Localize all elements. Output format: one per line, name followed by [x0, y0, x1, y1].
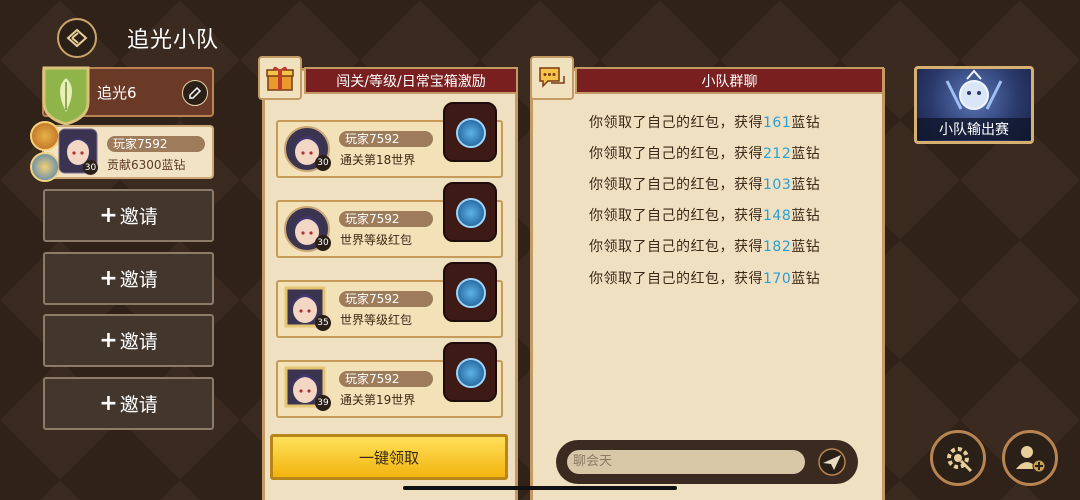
invite-button-1[interactable]: + 邀请: [43, 189, 214, 242]
chat-bubble-icon: [530, 56, 574, 100]
chat-input[interactable]: 聊会天: [567, 450, 805, 474]
invite-button-3[interactable]: + 邀请: [43, 314, 214, 367]
chat-message: 你领取了自己的红包，获得170蓝钻: [589, 271, 821, 287]
reward-desc: 世界等级红包: [340, 233, 413, 247]
edit-icon: [189, 86, 202, 99]
home-indicator[interactable]: [403, 486, 677, 490]
player-name: 玩家7592: [339, 131, 433, 147]
leader-badge-icon: [30, 121, 60, 151]
add-member-button[interactable]: [1002, 430, 1058, 486]
plus-icon: +: [99, 328, 118, 353]
chat-message: 你领取了自己的红包，获得161蓝钻: [589, 115, 821, 131]
rank-badge-icon: [30, 152, 60, 182]
paper-plane-icon: [818, 448, 846, 476]
player-name: 玩家7592: [339, 371, 433, 387]
plus-icon: +: [99, 266, 118, 291]
team-name: 追光6: [97, 84, 137, 102]
invite-label: 邀请: [119, 269, 158, 291]
gift-icon: [258, 56, 302, 100]
plus-icon: +: [99, 203, 118, 228]
chat-message: 你领取了自己的红包，获得212蓝钻: [589, 146, 821, 162]
red-envelope-chest-icon[interactable]: [443, 342, 497, 402]
plus-icon: +: [99, 391, 118, 416]
level-badge: 30: [315, 235, 331, 251]
rewards-panel-title: 闯关/等级/日常宝箱激励: [304, 67, 518, 94]
level-badge: 30: [315, 155, 331, 171]
chat-message: 你领取了自己的红包，获得148蓝钻: [589, 208, 821, 224]
invite-label: 邀请: [119, 206, 158, 228]
player-name: 玩家7592: [339, 211, 433, 227]
reward-desc: 世界等级红包: [340, 313, 413, 327]
player-name: 玩家7592: [339, 291, 433, 307]
level-badge: 39: [315, 395, 331, 411]
back-arrow-icon: [66, 28, 88, 48]
member-level-badge: 30: [83, 160, 98, 175]
level-badge: 35: [315, 315, 331, 331]
member-name: 玩家7592: [107, 136, 205, 152]
red-envelope-chest-icon[interactable]: [443, 102, 497, 162]
invite-label: 邀请: [119, 394, 158, 416]
red-envelope-chest-icon[interactable]: [443, 262, 497, 322]
send-button[interactable]: [815, 446, 849, 478]
team-contest-label: 小队输出赛: [917, 118, 1031, 140]
add-user-icon: [1016, 446, 1046, 473]
reward-desc: 通关第18世界: [340, 153, 416, 167]
claim-all-button[interactable]: 一键领取: [270, 434, 508, 480]
edit-team-button[interactable]: [182, 80, 208, 106]
invite-button-4[interactable]: + 邀请: [43, 377, 214, 430]
page-title: 追光小队: [127, 28, 220, 53]
chat-message: 你领取了自己的红包，获得182蓝钻: [589, 239, 821, 255]
team-emblem-icon: [40, 64, 92, 126]
trophy-emblem-icon: [945, 69, 1003, 110]
back-button[interactable]: [57, 18, 97, 58]
chat-message: 你领取了自己的红包，获得103蓝钻: [589, 177, 821, 193]
gear-wrench-icon: [947, 447, 973, 473]
invite-label: 邀请: [119, 331, 158, 353]
red-envelope-chest-icon[interactable]: [443, 182, 497, 242]
member-contribution: 贡献6300蓝钻: [107, 158, 186, 172]
invite-button-2[interactable]: + 邀请: [43, 252, 214, 305]
settings-button[interactable]: [930, 430, 986, 486]
reward-desc: 通关第19世界: [340, 393, 416, 407]
chat-panel-title: 小队群聊: [575, 67, 884, 94]
